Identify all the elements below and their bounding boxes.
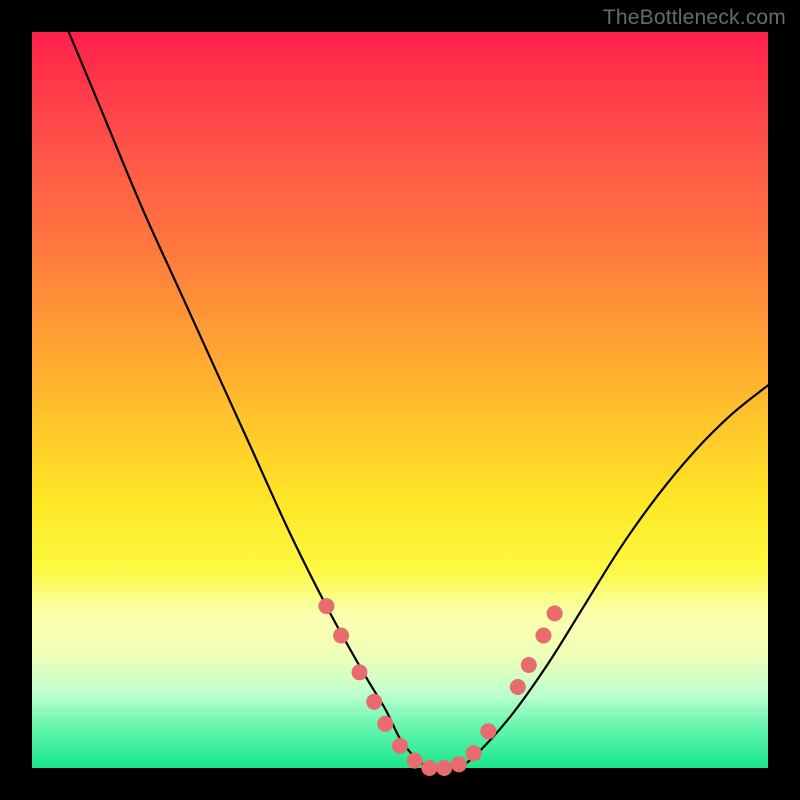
chart-frame: TheBottleneck.com bbox=[0, 0, 800, 800]
curve-dot bbox=[466, 745, 482, 761]
curve-dot bbox=[536, 628, 552, 644]
plot-area bbox=[32, 32, 768, 768]
curve-dot bbox=[352, 664, 368, 680]
curve-dot bbox=[366, 694, 382, 710]
curve-dot bbox=[421, 760, 437, 776]
watermark-text: TheBottleneck.com bbox=[603, 6, 786, 30]
curve-dot bbox=[451, 756, 467, 772]
curve-dot bbox=[510, 679, 526, 695]
curve-dot bbox=[392, 738, 408, 754]
curve-dot bbox=[521, 657, 537, 673]
bottleneck-curve bbox=[69, 32, 768, 769]
curve-dot bbox=[407, 753, 423, 769]
curve-dot bbox=[318, 598, 334, 614]
curve-markers bbox=[318, 598, 562, 776]
curve-dot bbox=[547, 605, 563, 621]
curve-layer bbox=[32, 32, 768, 768]
curve-dot bbox=[333, 628, 349, 644]
curve-dot bbox=[377, 716, 393, 732]
curve-dot bbox=[436, 760, 452, 776]
curve-dot bbox=[480, 723, 496, 739]
